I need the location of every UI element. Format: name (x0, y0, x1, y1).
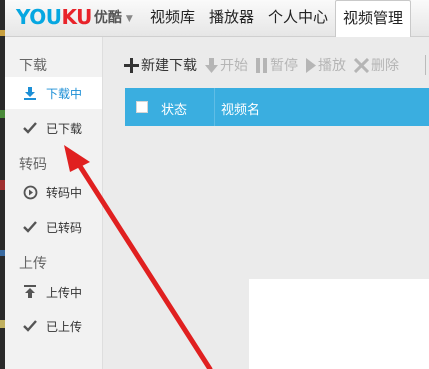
transcode-icon (22, 184, 38, 200)
youku-logo[interactable]: YOU KU 优酷 ▼ (16, 4, 133, 30)
sidebar-item-label: 已下载 (46, 121, 83, 136)
close-icon (354, 57, 369, 73)
sidebar-item-downloading[interactable]: 下载中 (5, 77, 102, 109)
new-download-button[interactable]: 新建下载 (124, 55, 197, 75)
sidebar-item-label: 转码中 (46, 185, 83, 200)
sidebar-item-uploaded[interactable]: 已上传 (5, 310, 102, 342)
pause-button[interactable]: 暂停 (256, 55, 298, 75)
column-divider (214, 88, 215, 126)
nav-tab-personal-center[interactable]: 个人中心 (261, 0, 335, 36)
logo-text-cn: 优酷 (93, 10, 122, 26)
toolbar: 新建下载 开始 暂停 播放 删除 (124, 54, 407, 76)
nav-tab-player[interactable]: 播放器 (202, 0, 261, 36)
sidebar-item-downloaded[interactable]: 已下载 (5, 112, 102, 144)
main-nav: 视频库 播放器 个人中心 视频管理 (143, 0, 412, 37)
play-icon (306, 57, 316, 73)
main-panel: 新建下载 开始 暂停 播放 删除 状态 视频名 (103, 37, 429, 369)
start-label: 开始 (220, 58, 248, 74)
toolbar-divider (425, 55, 426, 75)
play-label: 播放 (318, 58, 346, 74)
column-header-video-name[interactable]: 视频名 (221, 99, 260, 118)
section-title-download: 下载 (19, 58, 47, 74)
section-title-upload: 上传 (19, 256, 47, 272)
pause-label: 暂停 (270, 58, 298, 74)
sidebar-item-label: 上传中 (46, 285, 83, 300)
download-arrow-icon (205, 57, 218, 73)
download-arrow-icon (22, 85, 38, 101)
pause-icon (256, 57, 268, 73)
chevron-down-icon[interactable]: ▼ (126, 14, 133, 24)
checkmark-icon (22, 120, 38, 136)
sidebar-item-label: 下载中 (46, 86, 83, 101)
sidebar-item-transcoded[interactable]: 已转码 (5, 211, 102, 243)
select-all-checkbox[interactable] (136, 101, 148, 113)
sidebar-item-transcoding[interactable]: 转码中 (5, 176, 102, 208)
play-button[interactable]: 播放 (306, 55, 346, 75)
content-area (249, 279, 429, 369)
new-download-label: 新建下载 (141, 58, 197, 74)
start-button[interactable]: 开始 (205, 55, 248, 75)
plus-icon (124, 57, 139, 73)
nav-tab-video-management[interactable]: 视频管理 (335, 0, 412, 37)
nav-tab-video-library[interactable]: 视频库 (143, 0, 202, 36)
delete-button[interactable]: 删除 (354, 55, 399, 75)
sidebar-item-label: 已转码 (46, 220, 83, 235)
sidebar-item-label: 已上传 (46, 319, 83, 334)
section-title-transcode: 转码 (19, 157, 47, 173)
column-header-status[interactable]: 状态 (161, 99, 187, 118)
table-header: 状态 视频名 (125, 88, 429, 126)
title-bar: YOU KU 优酷 ▼ 视频库 播放器 个人中心 视频管理 (5, 0, 429, 37)
sidebar-item-uploading[interactable]: 上传中 (5, 276, 102, 308)
logo-text-ku: KU (61, 5, 93, 29)
checkmark-icon (22, 318, 38, 334)
checkmark-icon (22, 219, 38, 235)
upload-arrow-icon (22, 284, 38, 300)
delete-label: 删除 (371, 58, 399, 74)
sidebar: 下载 下载中 已下载 转码 转码中 已转码 上传 上传中 已上传 (5, 37, 103, 369)
logo-text-you: YOU (16, 5, 62, 29)
